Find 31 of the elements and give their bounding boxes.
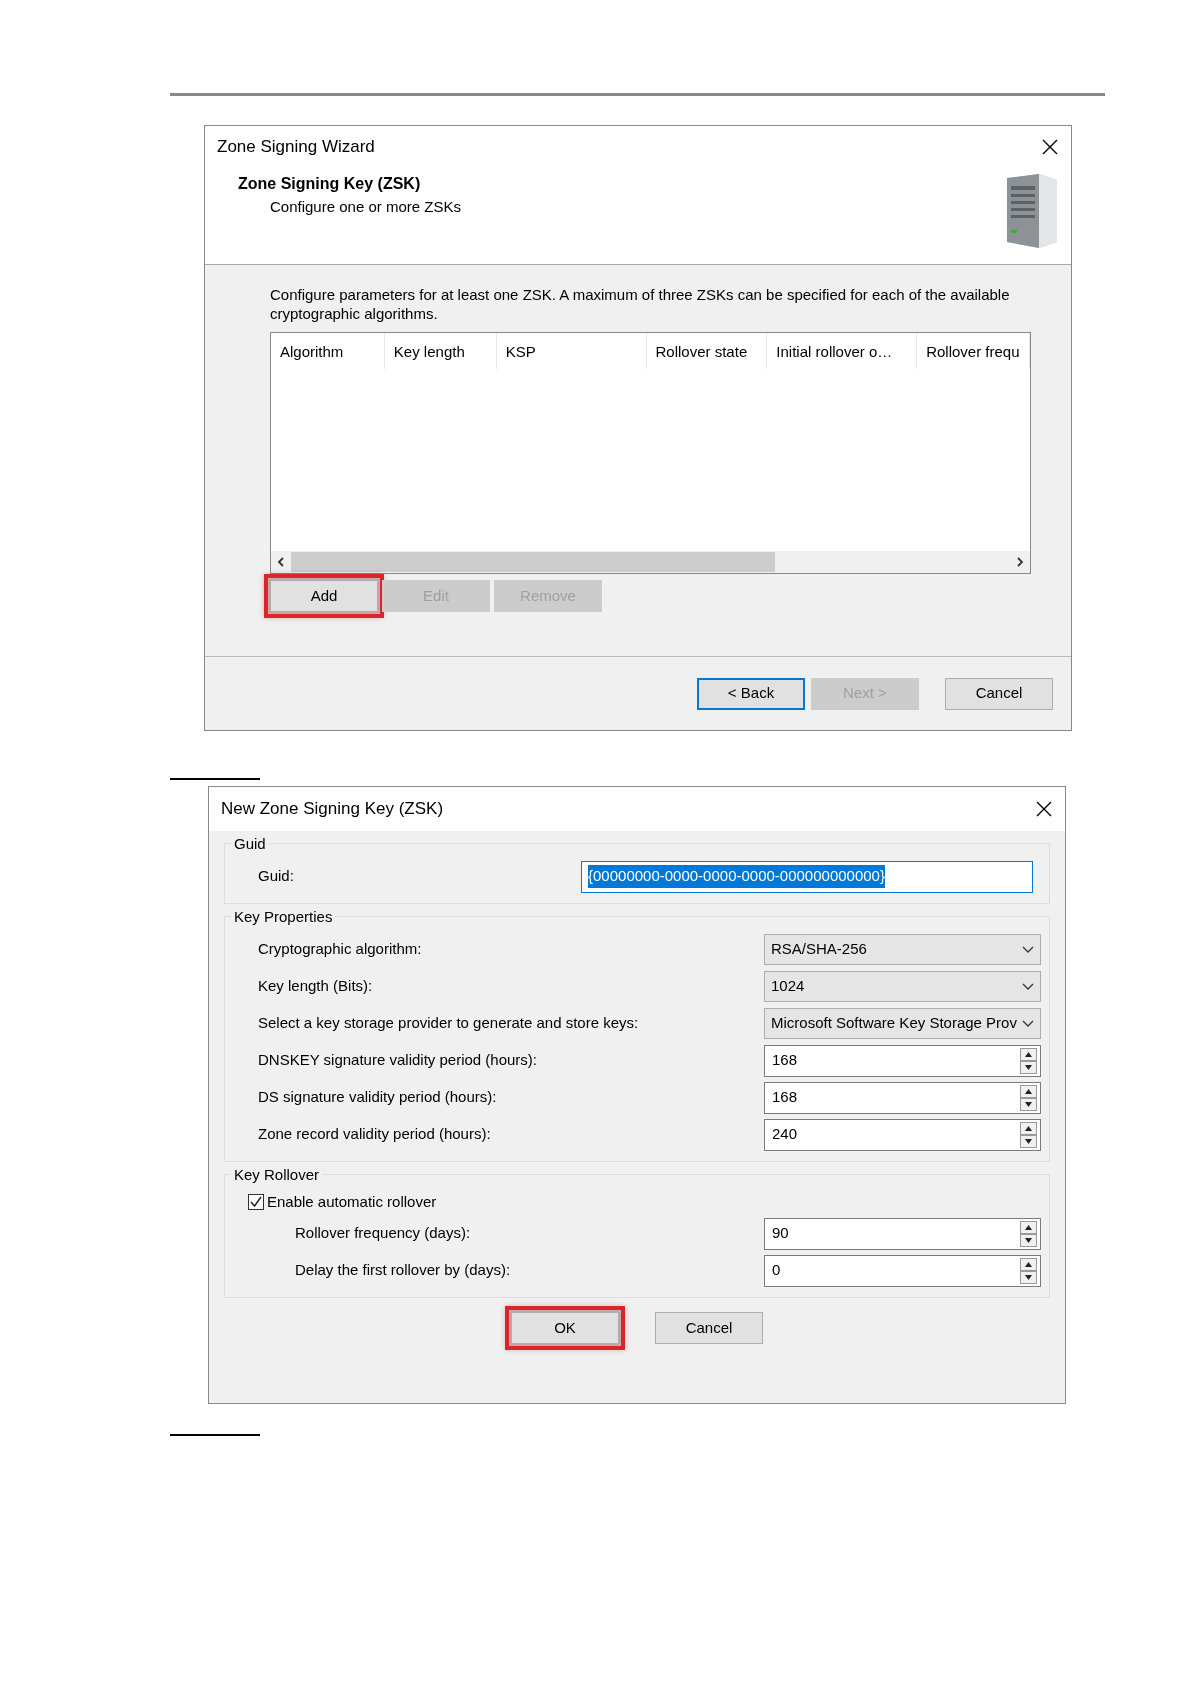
scroll-right-icon[interactable] (1014, 556, 1026, 568)
dropdown[interactable]: Microsoft Software Key Storage Prov (764, 1008, 1041, 1039)
checkbox-label: Enable automatic rollover (267, 1191, 437, 1212)
header-subtitle: Configure one or more ZSKs (269, 197, 461, 217)
close-icon[interactable] (1041, 138, 1059, 156)
field-label: Zone record validity period (hours): (258, 1124, 491, 1145)
field-label: Rollover frequency (days): (295, 1223, 471, 1244)
instruction-text: Configure parameters for at least one ZSK. A maximum of three ZSKs can be specified for each of the available cryptographic algorithms. (270, 285, 1011, 323)
field-label: DNSKEY signature validity period (hours): (258, 1050, 538, 1071)
field-label: Select a key storage provider to generate and store keys: (258, 1013, 639, 1034)
checkbox[interactable] (248, 1194, 264, 1210)
chevron-icon (1022, 1019, 1034, 1028)
window-title: New Zone Signing Key (ZSK) (221, 798, 444, 821)
header-title: Zone Signing Key (ZSK) (238, 174, 422, 194)
field-label: DS signature validity period (hours): (258, 1087, 497, 1108)
field-label: Delay the first rollover by (days): (295, 1260, 511, 1281)
field-label: Key length (Bits): (258, 976, 373, 997)
close-icon[interactable] (1035, 800, 1053, 818)
wizard-button[interactable]: < Back (697, 677, 805, 710)
scroll-left-icon[interactable] (275, 556, 287, 568)
wizard-button[interactable]: Cancel (945, 677, 1053, 710)
field-label: Guid: (258, 866, 294, 887)
dialog-button[interactable]: Cancel (655, 1312, 763, 1344)
scrollbar-thumb[interactable] (291, 552, 775, 572)
guid-field[interactable]: {00000000-0000-0000-0000-000000000000} (581, 860, 1033, 893)
chevron-icon (1022, 982, 1034, 991)
window-title: Zone Signing Wizard (217, 136, 375, 159)
field-label: Cryptographic algorithm: (258, 939, 422, 960)
dropdown[interactable]: 1024 (764, 971, 1041, 1002)
chevron-icon (1022, 945, 1034, 954)
dropdown[interactable]: RSA/SHA-256 (764, 934, 1041, 965)
